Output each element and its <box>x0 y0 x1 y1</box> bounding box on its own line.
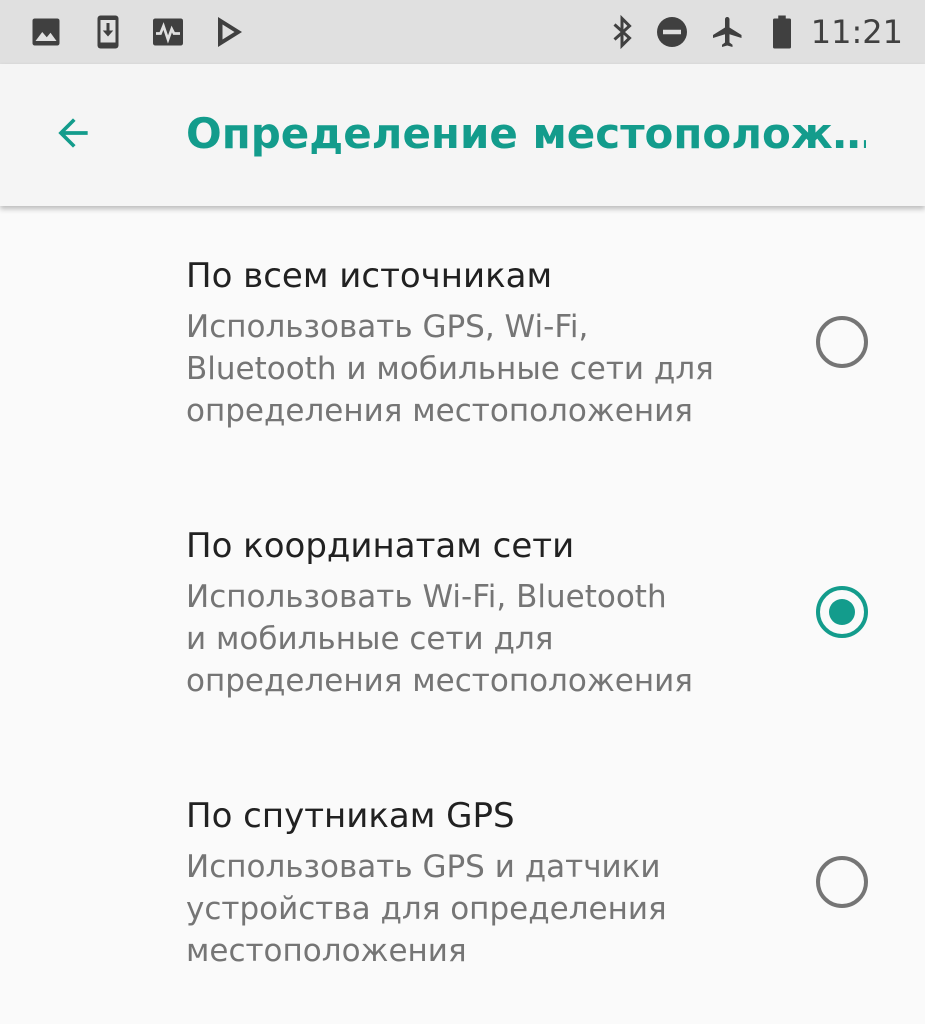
option-description-line: и мобильные сети для <box>186 621 554 657</box>
battery-icon <box>773 15 791 49</box>
option-gps[interactable]: По спутникам GPS Использовать GPS и датч… <box>0 746 925 1016</box>
option-description-line: Использовать GPS, Wi-Fi, <box>186 309 589 345</box>
do-not-disturb-icon <box>657 17 687 47</box>
option-description: Использовать GPS, Wi-Fi, Bluetooth и моб… <box>186 306 766 432</box>
radio-button-selected[interactable] <box>816 586 868 638</box>
option-title: По координатам сети <box>186 526 575 566</box>
back-button[interactable] <box>40 100 106 166</box>
radio-button[interactable] <box>816 856 868 908</box>
page-title: Определение местополож… <box>186 109 866 158</box>
radio-button[interactable] <box>816 316 868 368</box>
arrow-back-icon <box>58 118 88 148</box>
download-icon <box>97 15 119 49</box>
clock: 11:21 <box>810 13 903 51</box>
option-description-line: определения местоположения <box>186 663 693 699</box>
option-title: По спутникам GPS <box>186 796 515 836</box>
option-description: Использовать Wi-Fi, Bluetooth и мобильны… <box>186 576 766 702</box>
option-all-sources[interactable]: По всем источникам Использовать GPS, Wi-… <box>0 206 925 476</box>
bluetooth-icon <box>613 14 632 50</box>
option-title: По всем источникам <box>186 256 553 296</box>
option-description-line: Использовать GPS и датчики <box>186 849 661 885</box>
option-description: Использовать GPS и датчики устройства дл… <box>186 846 766 972</box>
activity-icon <box>153 18 183 46</box>
play-store-icon <box>218 17 242 47</box>
option-description-line: Использовать Wi-Fi, Bluetooth <box>186 579 667 615</box>
option-description-line: местоположения <box>186 933 467 969</box>
app-bar: Определение местополож… <box>0 64 925 206</box>
airplane-mode-icon <box>713 17 742 47</box>
option-description-line: устройства для определения <box>186 891 667 927</box>
option-description-line: определения местоположения <box>186 393 693 429</box>
option-description-line: Bluetooth и мобильные сети для <box>186 351 714 387</box>
status-bar: 11:21 <box>0 0 925 64</box>
option-network[interactable]: По координатам сети Использовать Wi-Fi, … <box>0 476 925 746</box>
image-icon <box>32 18 60 46</box>
